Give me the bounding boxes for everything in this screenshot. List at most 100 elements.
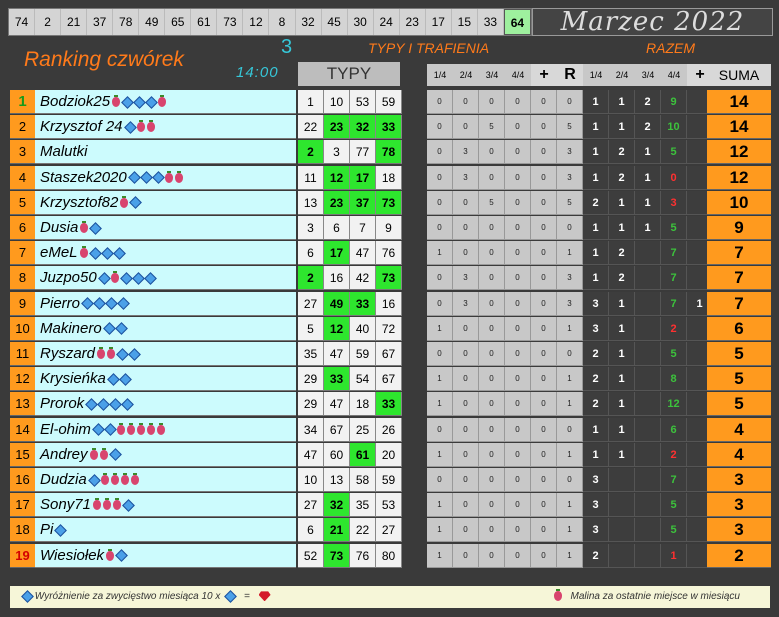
hit-count-cell: 3 xyxy=(453,165,479,190)
razem-cell xyxy=(609,518,635,543)
player-name-text: Krzysztof 24 xyxy=(40,118,123,136)
razem-col-header: 3/4 xyxy=(635,64,661,86)
typ-cell: 16 xyxy=(376,291,402,316)
typ-cell: 29 xyxy=(298,367,324,392)
razem-cell: 9 xyxy=(661,90,687,114)
player-name[interactable]: Pierro xyxy=(35,291,296,316)
typ-cell: 72 xyxy=(376,316,402,341)
raspberry-icon xyxy=(106,548,115,561)
suma-cell: 14 xyxy=(707,115,771,140)
razem-cell xyxy=(609,543,635,568)
razem-cell: 3 xyxy=(583,518,609,543)
blue-diamond-icon xyxy=(89,221,103,235)
razem-cell: 1 xyxy=(661,543,687,568)
player-name[interactable]: Bodziok25 xyxy=(35,90,296,114)
small-col-header: 1/4 xyxy=(427,64,453,86)
drawn-number: 17 xyxy=(426,9,452,35)
rank-cell: 13 xyxy=(10,392,35,417)
razem-cell xyxy=(635,468,661,492)
hit-count-cell: 0 xyxy=(453,90,479,114)
player-name-text: Malutki xyxy=(40,143,88,161)
razem-cell: 1 xyxy=(635,190,661,215)
hit-count-cell: 0 xyxy=(505,216,531,240)
player-name[interactable]: Dusia xyxy=(35,216,296,240)
hit-count-cell: 0 xyxy=(427,190,453,215)
player-name-text: Bodziok25 xyxy=(40,93,111,110)
razem-cell: 2 xyxy=(583,342,609,366)
raspberry-icon xyxy=(102,498,111,511)
time-label: 14:00 xyxy=(236,64,279,81)
table-row: 9 Pierro 27 49 33 16 0 3 0 0 0 3 3 1 7 1 7 xyxy=(10,291,771,317)
razem-cell: 7 xyxy=(661,241,687,266)
hit-count-cell: 0 xyxy=(479,165,505,190)
typ-cell: 34 xyxy=(298,417,324,442)
typ-cell: 77 xyxy=(350,140,376,165)
typ-cell: 17 xyxy=(350,165,376,190)
razem-header: RAZEM xyxy=(646,40,695,56)
hit-count-cell: 1 xyxy=(427,543,453,568)
hit-count-cell: 0 xyxy=(531,468,557,492)
rank-cell: 6 xyxy=(10,216,35,240)
razem-cell xyxy=(635,442,661,467)
player-name[interactable]: El-ohim xyxy=(35,417,296,442)
blue-diamond-icon xyxy=(100,246,114,260)
razem-cell: 7 xyxy=(661,468,687,492)
player-name[interactable]: Andrey xyxy=(35,442,296,467)
razem-cell: 1 xyxy=(609,417,635,442)
typ-cell: 13 xyxy=(324,468,350,492)
player-name[interactable]: eMeL xyxy=(35,241,296,266)
razem-cell: 1 xyxy=(583,442,609,467)
blue-diamond-icon xyxy=(97,272,111,285)
player-name[interactable]: Makinero xyxy=(35,316,296,341)
typ-cell: 35 xyxy=(350,493,376,518)
typ-cell: 29 xyxy=(298,392,324,417)
player-name[interactable]: Pi xyxy=(35,518,296,543)
player-name[interactable]: Prorok xyxy=(35,392,296,417)
hit-count-cell: 0 xyxy=(479,442,505,467)
typ-cell: 20 xyxy=(376,442,402,467)
razem-cell xyxy=(635,392,661,417)
razem-cell: 1 xyxy=(583,417,609,442)
hit-count-cell: 0 xyxy=(479,90,505,114)
drawn-number: 37 xyxy=(87,9,114,35)
hit-count-cell: 0 xyxy=(427,216,453,240)
typ-cell: 33 xyxy=(350,291,376,316)
typ-cell: 13 xyxy=(298,190,324,215)
rank-cell: 17 xyxy=(10,493,35,518)
player-name[interactable]: Staszek2020 xyxy=(35,165,296,190)
hit-count-cell: 1 xyxy=(557,241,583,266)
table-row: 7 eMeL 6 17 47 76 1 0 0 0 0 1 1 2 7 7 xyxy=(10,241,771,266)
player-name[interactable]: Dudzia xyxy=(35,468,296,492)
hit-count-cell: 0 xyxy=(531,190,557,215)
month-title: Marzec 2022 xyxy=(532,8,773,36)
table-row: 3 Malutki 2 3 77 78 0 3 0 0 0 3 1 2 1 5 12 xyxy=(10,140,771,165)
razem-cell xyxy=(609,468,635,492)
hit-count-cell: 0 xyxy=(453,367,479,392)
typ-cell: 33 xyxy=(324,367,350,392)
player-name[interactable]: Juzpo50 xyxy=(35,266,296,291)
player-name-text: El-ohim xyxy=(40,420,91,438)
hit-count-cell: 0 xyxy=(531,518,557,543)
table-row: 2 Krzysztof 24 22 23 32 33 0 0 5 0 0 5 1 1 2 10 14 xyxy=(10,115,771,140)
raspberry-icon xyxy=(146,120,155,133)
hit-count-cell: 0 xyxy=(505,367,531,392)
player-name[interactable]: Wiesiołek xyxy=(35,543,296,568)
player-name[interactable]: Malutki xyxy=(35,140,296,165)
hit-count-cell: 0 xyxy=(505,493,531,518)
typ-cell: 32 xyxy=(324,493,350,518)
player-name[interactable]: Sony71 xyxy=(35,493,296,518)
player-name[interactable]: Ryszard xyxy=(35,342,296,366)
blue-diamond-icon xyxy=(112,246,126,260)
player-name[interactable]: Krysieńka xyxy=(35,367,296,392)
raspberry-icon xyxy=(116,422,125,435)
player-name[interactable]: Krzysztof82 xyxy=(35,190,296,215)
suma-cell: 3 xyxy=(707,518,771,543)
razem-cell: 2 xyxy=(661,442,687,467)
blue-diamond-icon xyxy=(139,171,153,184)
razem-cell: 1 xyxy=(583,165,609,190)
raspberry-icon xyxy=(146,422,155,435)
razem-cell: 10 xyxy=(661,115,687,140)
player-name[interactable]: Krzysztof 24 xyxy=(35,115,296,140)
hit-count-cell: 0 xyxy=(479,216,505,240)
hit-count-cell: 0 xyxy=(531,291,557,316)
